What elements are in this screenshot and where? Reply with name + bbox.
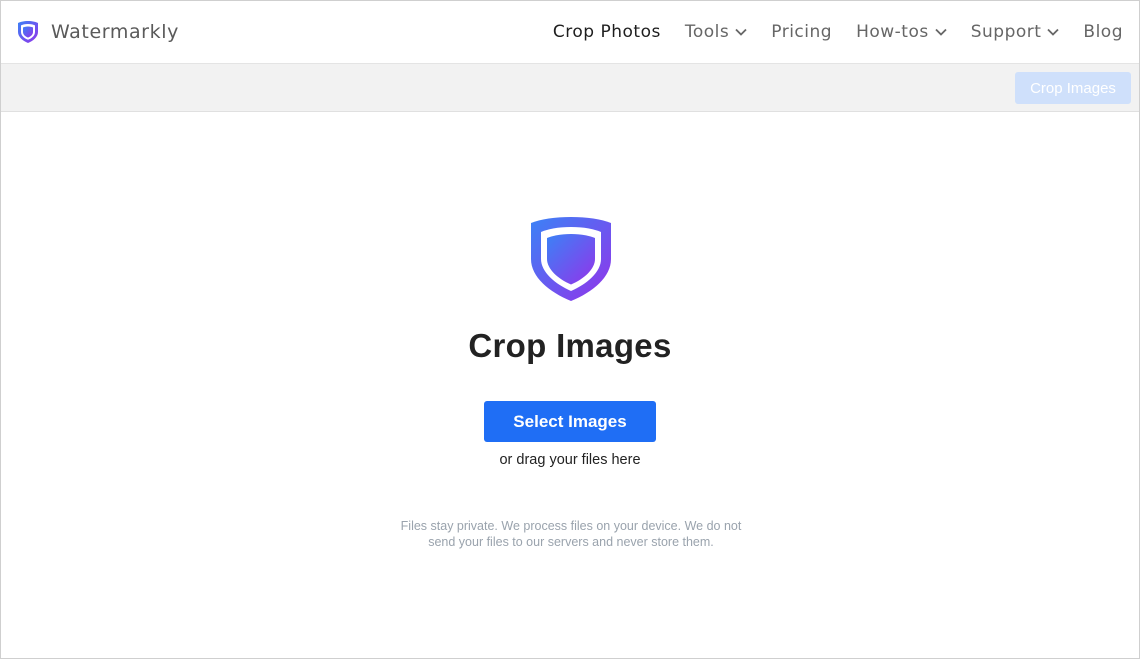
privacy-notice: Files stay private. We process files on … xyxy=(371,518,771,550)
action-toolbar: Crop Images xyxy=(1,63,1139,112)
brand-logo-link[interactable]: Watermarkly xyxy=(17,20,179,44)
nav-item-how-tos[interactable]: How-tos xyxy=(856,22,947,42)
main-nav: Crop Photos Tools Pricing How-tos Suppor… xyxy=(553,1,1123,63)
privacy-notice-line: send your files to our servers and never… xyxy=(428,535,714,549)
nav-item-label: Crop Photos xyxy=(552,22,661,42)
nav-item-label: Support xyxy=(970,22,1042,42)
privacy-notice-line: Files stay private. We process files on … xyxy=(400,519,742,533)
chevron-down-icon xyxy=(1047,28,1060,36)
nav-item-tools[interactable]: Tools xyxy=(685,22,747,42)
page-title: Crop Images xyxy=(468,327,672,364)
nav-item-crop-photos[interactable]: Crop Photos xyxy=(553,22,661,42)
crop-images-button[interactable]: Crop Images xyxy=(1015,72,1131,104)
nav-item-label: Tools xyxy=(684,22,730,42)
select-images-button[interactable]: Select Images xyxy=(484,401,656,442)
drag-drop-hint: or drag your files here xyxy=(499,452,641,468)
brand-name: Watermarkly xyxy=(51,21,179,43)
shield-logo-icon xyxy=(527,215,615,303)
chevron-down-icon xyxy=(735,28,747,36)
nav-item-support[interactable]: Support xyxy=(971,22,1060,42)
app-window: Watermarkly Crop Photos Tools Pricing Ho… xyxy=(0,0,1140,659)
nav-item-blog[interactable]: Blog xyxy=(1083,22,1123,42)
chevron-down-icon xyxy=(935,28,947,36)
nav-item-label: Pricing xyxy=(771,22,833,42)
nav-item-label: Blog xyxy=(1083,22,1123,42)
nav-item-label: How-tos xyxy=(856,22,929,42)
top-navigation-bar: Watermarkly Crop Photos Tools Pricing Ho… xyxy=(1,1,1139,63)
nav-item-pricing[interactable]: Pricing xyxy=(771,22,832,42)
shield-logo-icon xyxy=(17,20,39,44)
